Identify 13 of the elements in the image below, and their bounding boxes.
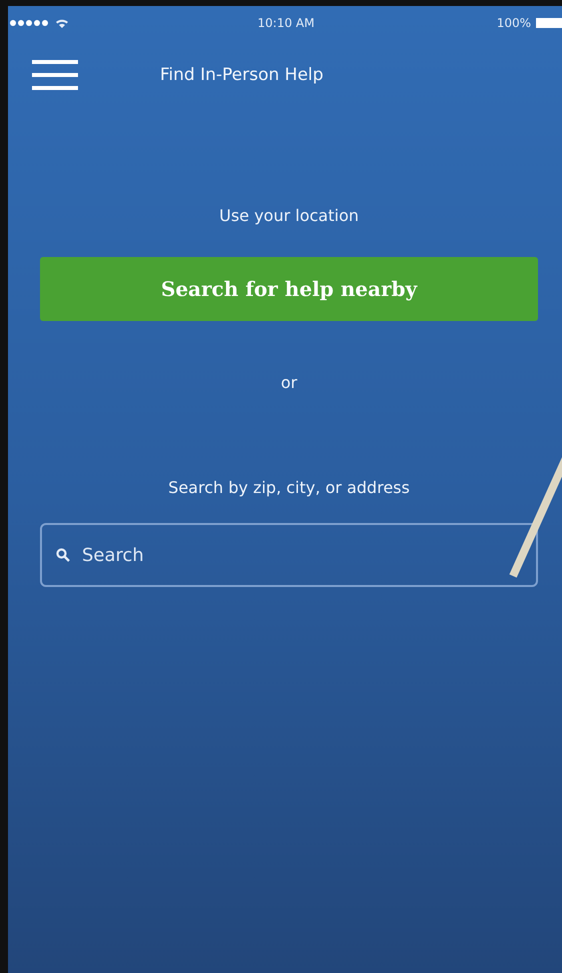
- signal-icon: [10, 20, 50, 26]
- or-label: or: [280, 373, 298, 392]
- menu-button[interactable]: [32, 60, 78, 90]
- screen-title: Find In-Person Help: [160, 65, 324, 85]
- search-field[interactable]: Search: [40, 523, 538, 587]
- search-label: Search by zip, city, or address: [168, 478, 410, 497]
- search-nearby-button[interactable]: Search for help nearby: [40, 257, 538, 321]
- wifi-icon: [55, 18, 69, 28]
- battery-icon: [536, 18, 562, 28]
- location-label: Use your location: [219, 206, 359, 225]
- search-icon: [56, 548, 70, 562]
- status-time: 10:10 AM: [258, 16, 314, 30]
- battery-percent: 100%: [496, 16, 531, 30]
